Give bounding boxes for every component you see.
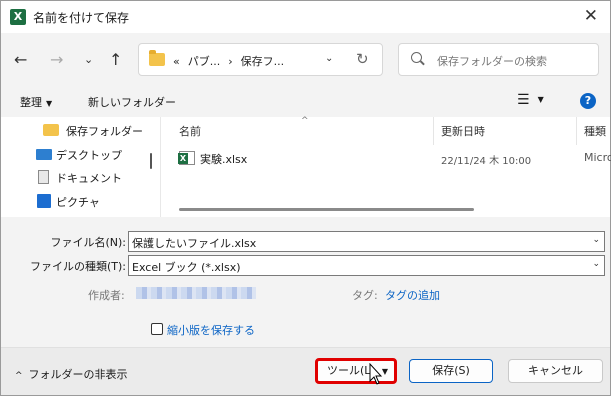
chevron-up-icon: ^ xyxy=(15,371,23,381)
filename-field[interactable]: 保護したいファイル.xlsx ⌄ xyxy=(128,231,605,252)
tools-label: ツール(L) xyxy=(327,364,375,377)
title-bar: X 名前を付けて保存 ✕ xyxy=(1,1,610,33)
chevron-down-icon[interactable]: ⌄ xyxy=(592,259,600,269)
forward-button[interactable]: → xyxy=(50,50,63,69)
close-button[interactable]: ✕ xyxy=(584,6,598,26)
dialog-title: 名前を付けて保存 xyxy=(33,11,130,25)
search-box[interactable]: 保存フォルダーの検索 xyxy=(398,43,599,76)
list-view-icon: ☰ xyxy=(517,92,530,108)
desktop-icon xyxy=(36,149,52,160)
horizontal-scrollbar[interactable] xyxy=(179,208,474,211)
chevron-down-icon: ▼ xyxy=(46,99,53,108)
filename-label: ファイル名(N): xyxy=(50,236,126,249)
tools-button[interactable]: ツール(L) ▼ xyxy=(315,358,397,384)
navigation-bar: ← → ⌄ ↑ « パブ... › 保存フ... ⌄ ↻ 保存フォルダーの検索 xyxy=(1,33,610,85)
save-thumbnail-checkbox[interactable] xyxy=(151,323,163,335)
sidebar-item-label: デスクトップ xyxy=(56,149,122,162)
folder-icon xyxy=(43,124,59,136)
sidebar-item-label: ピクチャ xyxy=(56,196,100,209)
chevron-down-icon[interactable]: ⌄ xyxy=(592,235,600,245)
breadcrumb-public[interactable]: パブ... xyxy=(188,55,221,68)
organize-button[interactable]: 整理 ▼ xyxy=(20,94,52,110)
file-list[interactable]: ^ 名前 更新日時 種類 実験.xlsx 22/11/24 木 10:00 Mi… xyxy=(161,116,611,217)
splitter-grip[interactable] xyxy=(150,153,152,169)
back-button[interactable]: ← xyxy=(14,50,27,69)
address-bar[interactable]: « パブ... › 保存フ... ⌄ ↻ xyxy=(138,43,383,76)
hide-folders-button[interactable]: ^ フォルダーの非表示 xyxy=(15,366,128,382)
filetype-select[interactable]: Excel ブック (*.xlsx) ⌄ xyxy=(128,255,605,276)
save-thumbnail-label[interactable]: 縮小版を保存する xyxy=(167,322,255,338)
view-options-button[interactable]: ☰ ▼ xyxy=(517,92,544,108)
breadcrumb[interactable]: « パブ... › 保存フ... xyxy=(173,53,292,69)
save-form: ファイル名(N): 保護したいファイル.xlsx ⌄ ファイルの種類(T): E… xyxy=(1,217,610,347)
cancel-button[interactable]: キャンセル xyxy=(508,359,603,383)
sidebar-item-label: 保存フォルダー xyxy=(66,125,143,138)
sidebar-item-label: ドキュメント xyxy=(56,172,122,185)
filetype-value: Excel ブック (*.xlsx) xyxy=(132,261,241,274)
file-name: 実験.xlsx xyxy=(200,153,248,166)
navigation-pane[interactable]: 保存フォルダー デスクトップ ドキュメント ピクチャ xyxy=(1,117,146,217)
breadcrumb-overflow[interactable]: « xyxy=(173,55,180,68)
new-folder-button[interactable]: 新しいフォルダー xyxy=(88,94,176,110)
dialog-footer: ^ フォルダーの非表示 ツール(L) ▼ 保存(S) キャンセル xyxy=(1,347,610,395)
organize-label: 整理 xyxy=(20,96,42,109)
up-button[interactable]: ↑ xyxy=(109,50,122,69)
save-as-dialog: X 名前を付けて保存 ✕ ← → ⌄ ↑ « パブ... › 保存フ... ⌄ ↻ 保… xyxy=(0,0,611,396)
tags-label: タグ: xyxy=(352,289,378,302)
refresh-icon[interactable]: ↻ xyxy=(356,50,369,68)
author-label: 作成者: xyxy=(88,289,125,302)
mouse-cursor-icon xyxy=(369,363,383,385)
excel-icon: X xyxy=(10,9,26,25)
column-header-type[interactable]: 種類 xyxy=(584,123,606,139)
document-icon xyxy=(38,170,49,184)
search-icon xyxy=(411,52,422,63)
search-placeholder: 保存フォルダーの検索 xyxy=(437,55,547,68)
hide-folders-label: フォルダーの非表示 xyxy=(28,368,128,381)
pictures-icon xyxy=(37,194,51,208)
browser-area: 保存フォルダー デスクトップ ドキュメント ピクチャ ^ 名前 更新日時 種類 … xyxy=(1,116,611,217)
save-button[interactable]: 保存(S) xyxy=(409,359,493,383)
breadcrumb-save-folder[interactable]: 保存フ... xyxy=(241,55,285,68)
column-divider[interactable] xyxy=(433,117,434,145)
sort-ascending-icon: ^ xyxy=(301,116,309,126)
filetype-label: ファイルの種類(T): xyxy=(29,260,126,273)
author-value-redacted[interactable] xyxy=(136,287,256,299)
column-header-name[interactable]: 名前 xyxy=(179,123,201,139)
chevron-down-icon: ▼ xyxy=(537,95,544,104)
folder-icon xyxy=(149,50,165,66)
column-header-modified[interactable]: 更新日時 xyxy=(441,123,485,139)
file-modified: 22/11/24 木 10:00 xyxy=(441,156,532,167)
command-bar: 整理 ▼ 新しいフォルダー ☰ ▼ ? xyxy=(1,85,610,117)
add-tag-link[interactable]: タグの追加 xyxy=(385,287,440,303)
recent-locations-button[interactable]: ⌄ xyxy=(84,53,93,66)
file-type: Micro xyxy=(584,151,611,164)
address-dropdown-icon[interactable]: ⌄ xyxy=(325,53,333,64)
breadcrumb-separator: › xyxy=(228,55,233,68)
column-divider[interactable] xyxy=(576,117,577,145)
help-icon[interactable]: ? xyxy=(580,93,596,109)
filename-value: 保護したいファイル.xlsx xyxy=(132,237,257,250)
excel-file-icon xyxy=(178,151,195,165)
table-row[interactable]: 実験.xlsx 22/11/24 木 10:00 Micro xyxy=(161,147,611,169)
